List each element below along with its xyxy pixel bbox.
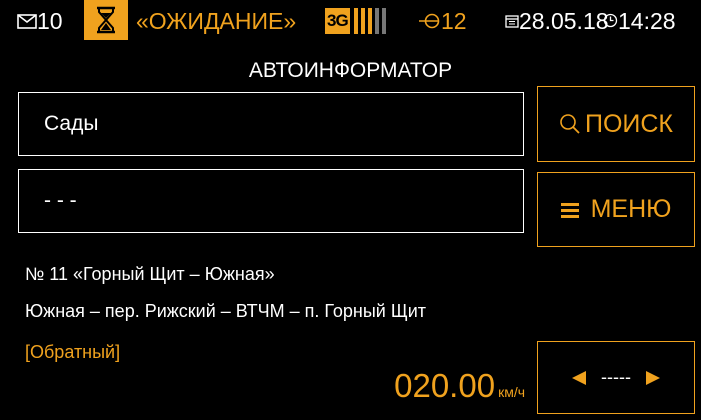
hourglass-indicator bbox=[84, 0, 128, 40]
hourglass-icon bbox=[97, 6, 115, 34]
search-label: ПОИСК bbox=[584, 109, 673, 138]
mail-count: 10 bbox=[37, 8, 63, 34]
direction-control[interactable]: ----- bbox=[537, 341, 695, 414]
menu-label: МЕНЮ bbox=[590, 195, 672, 223]
speed-value: 020.00 bbox=[394, 367, 496, 404]
arrow-left-icon[interactable] bbox=[571, 370, 587, 386]
state-label: «ОЖИДАНИЕ» bbox=[136, 8, 297, 34]
next-stop-field[interactable]: - - - bbox=[18, 169, 524, 233]
time-text: 14:28 bbox=[618, 8, 676, 34]
mail-indicator[interactable]: 10 bbox=[17, 8, 63, 34]
menu-icon bbox=[560, 202, 579, 218]
search-icon bbox=[560, 114, 580, 134]
direction-value: ----- bbox=[601, 367, 631, 387]
arrow-right-icon[interactable] bbox=[645, 370, 661, 386]
satellite-indicator: 12 bbox=[419, 8, 467, 34]
menu-button[interactable]: МЕНЮ bbox=[537, 172, 695, 247]
network-indicator: 3G bbox=[325, 8, 386, 34]
next-stop-value: - - - bbox=[44, 189, 77, 212]
page-title: АВТОИНФОРМАТОР bbox=[248, 59, 453, 82]
speed-readout: 020.00 км/ч bbox=[394, 368, 525, 404]
network-type: 3G bbox=[325, 8, 350, 34]
status-bar: 10 «ОЖИДАНИЕ» 3G 12 28.05.18 14:28 bbox=[0, 0, 701, 40]
route-stops: Южная – пер. Рижский – ВТЧМ – п. Горный … bbox=[25, 301, 427, 321]
signal-icon bbox=[353, 8, 386, 34]
clock-icon bbox=[603, 13, 618, 28]
search-button[interactable]: ПОИСК bbox=[537, 86, 695, 162]
time-indicator: 14:28 bbox=[603, 8, 676, 34]
mail-icon bbox=[17, 14, 37, 29]
route-name: № 11 «Горный Щит – Южная» bbox=[25, 264, 275, 284]
route-direction: [Обратный] bbox=[25, 342, 121, 362]
date-text: 28.05.18 bbox=[519, 8, 609, 34]
satellite-count: 12 bbox=[441, 8, 467, 34]
screen: 10 «ОЖИДАНИЕ» 3G 12 28.05.18 14:28 АВТОИ… bbox=[0, 0, 701, 420]
date-indicator: 28.05.18 bbox=[505, 8, 609, 34]
current-stop-field[interactable]: Сады bbox=[18, 92, 524, 156]
current-stop-value: Сады bbox=[44, 112, 99, 135]
speed-unit: км/ч bbox=[498, 384, 525, 400]
calendar-icon bbox=[505, 15, 519, 28]
satellite-icon bbox=[419, 13, 440, 29]
